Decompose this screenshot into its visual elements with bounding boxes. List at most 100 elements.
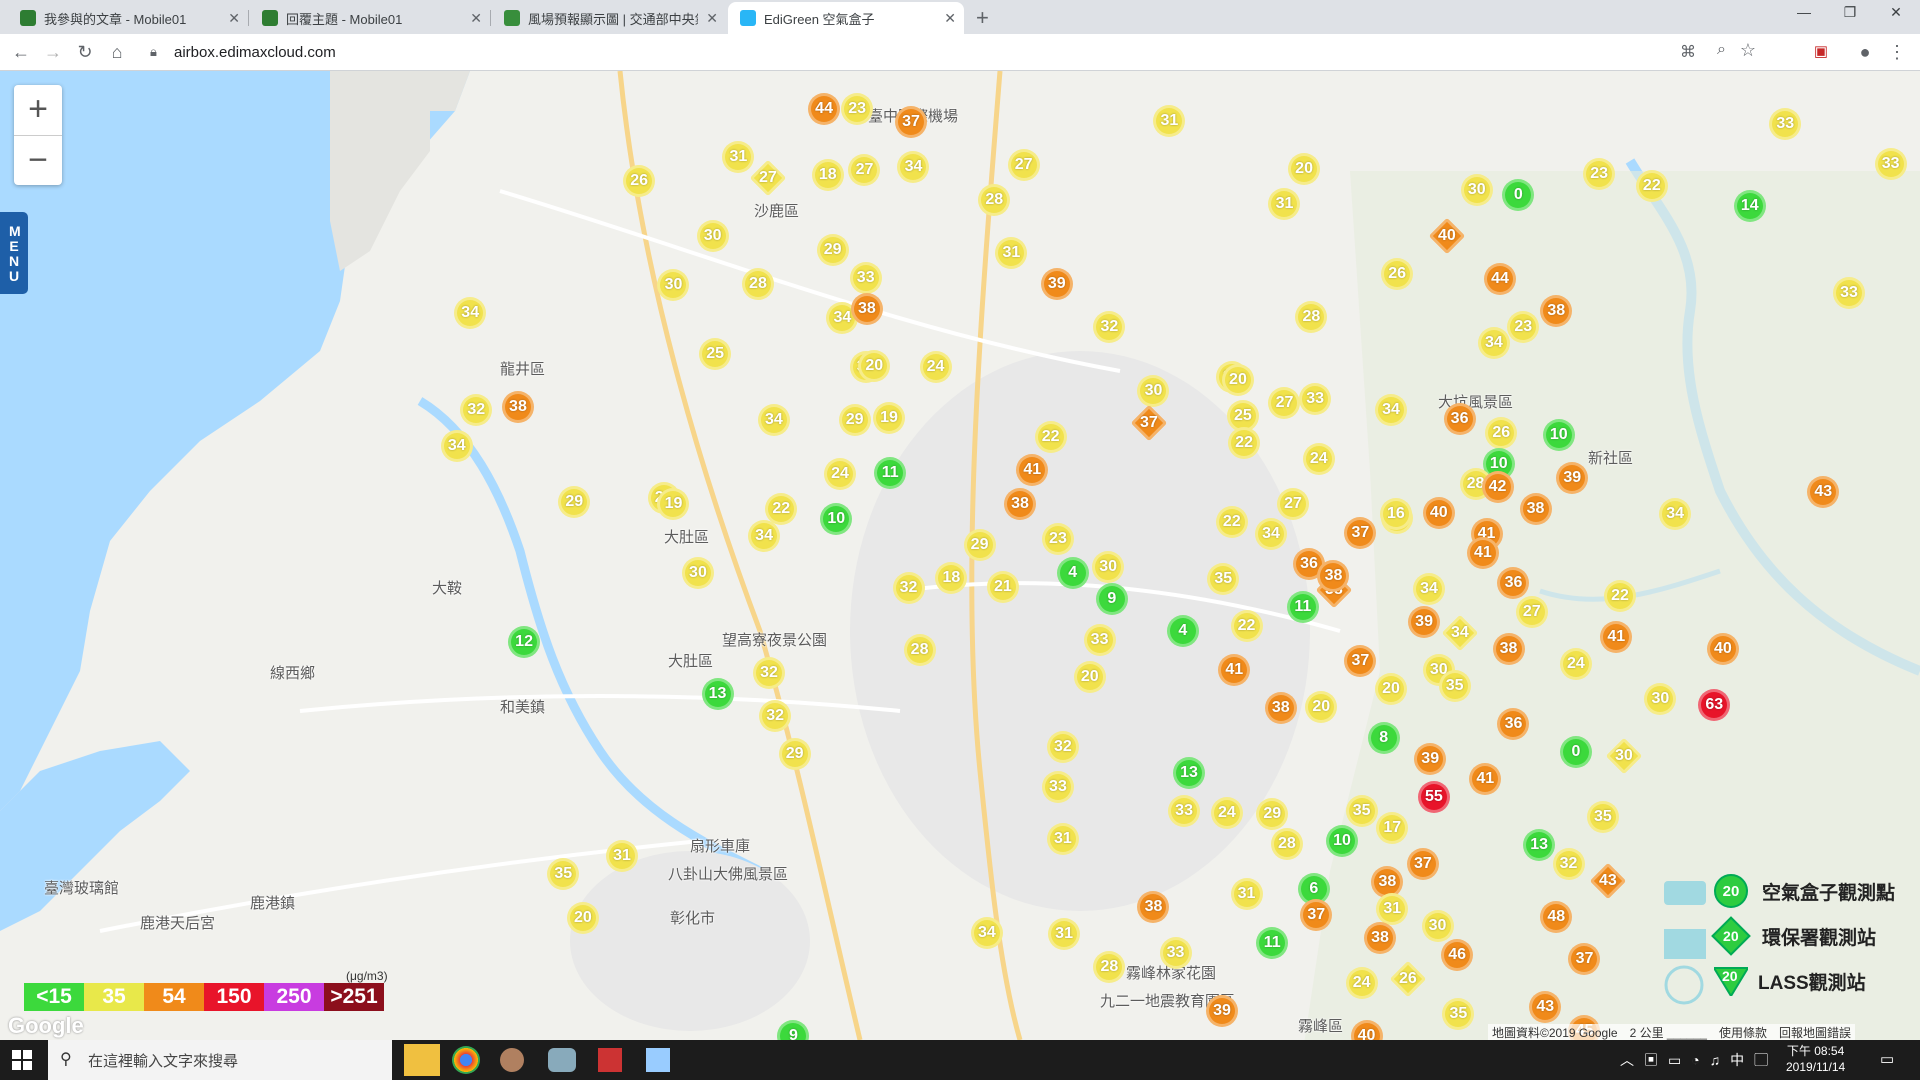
airbox-marker[interactable]: 39	[1040, 268, 1073, 301]
airbox-marker[interactable]: 9	[1095, 582, 1128, 615]
airbox-marker[interactable]: 22	[1215, 505, 1248, 538]
close-tab-icon[interactable]: ✕	[470, 10, 482, 27]
close-tab-icon[interactable]: ✕	[706, 10, 718, 27]
airbox-marker[interactable]: 34	[440, 429, 473, 462]
bookmark-star-icon[interactable]: ☆	[1740, 40, 1756, 61]
airbox-marker[interactable]: 32	[892, 571, 925, 604]
air-quality-map[interactable]: 沙鹿區 龍井區 大肚區 大肚區 線西鄉 和美鎮 鹿港鎮 彰化市 臺中國際機場 大…	[0, 71, 1920, 1040]
airbox-marker[interactable]: 4	[1056, 557, 1089, 590]
close-tab-icon[interactable]: ✕	[228, 10, 240, 27]
airbox-marker[interactable]: 30	[1092, 550, 1125, 583]
airbox-marker[interactable]: 17	[1376, 811, 1409, 844]
tab-mobile01-reply[interactable]: 回覆主題 - Mobile01 ✕	[250, 2, 490, 34]
airbox-marker[interactable]: 14	[1733, 189, 1766, 222]
airbox-marker[interactable]: 36	[1497, 707, 1530, 740]
airbox-marker[interactable]: 30	[1137, 374, 1170, 407]
airbox-marker[interactable]: 21	[986, 570, 1019, 603]
airbox-marker[interactable]: 25	[699, 337, 732, 370]
airbox-marker[interactable]: 32	[1552, 848, 1585, 881]
airbox-marker[interactable]: 24	[1210, 797, 1243, 830]
airbox-marker[interactable]: 29	[838, 404, 871, 436]
airbox-marker[interactable]: 41	[1218, 653, 1251, 686]
system-tray-icons[interactable]: ︿▣▭◔♫中▢	[1620, 1050, 1778, 1070]
airbox-marker[interactable]: 22	[1034, 421, 1067, 454]
airbox-marker[interactable]: 38	[850, 292, 883, 325]
airbox-marker[interactable]: 34	[1255, 517, 1288, 550]
airbox-marker[interactable]: 24	[1302, 443, 1335, 476]
airbox-marker[interactable]: 44	[808, 92, 841, 125]
airbox-marker[interactable]: 38	[501, 390, 534, 423]
airbox-marker[interactable]: 28	[903, 634, 936, 667]
airbox-marker[interactable]: 30	[1421, 909, 1454, 942]
airbox-marker[interactable]: 55	[1417, 781, 1450, 814]
airbox-marker[interactable]: 29	[778, 738, 811, 771]
airbox-marker[interactable]: 11	[1256, 926, 1289, 959]
profile-avatar-icon[interactable]: ●	[1854, 41, 1876, 63]
zoom-out-button[interactable]: −	[14, 135, 62, 186]
airbox-marker[interactable]: 38	[1264, 691, 1297, 724]
app-icon[interactable]	[548, 1048, 576, 1072]
reload-icon[interactable]: ↻	[74, 41, 96, 63]
airbox-marker[interactable]: 31	[606, 839, 639, 872]
airbox-marker[interactable]: 13	[1172, 756, 1205, 789]
extension-icon[interactable]: ▣	[1810, 41, 1832, 63]
minimize-icon[interactable]: —	[1784, 4, 1824, 20]
airbox-marker[interactable]: 33	[1168, 794, 1201, 827]
airbox-marker[interactable]: 24	[1345, 967, 1378, 1000]
airbox-marker[interactable]: 16	[1379, 498, 1412, 531]
airbox-marker[interactable]: 34	[897, 150, 930, 183]
airbox-marker[interactable]: 37	[1300, 898, 1333, 931]
airbox-marker[interactable]: 30	[1460, 173, 1493, 206]
airbox-marker[interactable]: 29	[816, 233, 849, 266]
taskbar-search-box[interactable]: ⚲ 在這裡輸入文字來搜尋	[48, 1040, 392, 1080]
home-icon[interactable]: ⌂	[106, 41, 128, 63]
airbox-marker[interactable]: 36	[1443, 402, 1476, 435]
airbox-marker[interactable]: 18	[811, 159, 844, 192]
airbox-marker[interactable]: 38	[1492, 632, 1525, 665]
airbox-marker[interactable]: 33	[1832, 276, 1865, 309]
airbox-marker[interactable]: 31	[1046, 822, 1079, 855]
close-window-icon[interactable]: ✕	[1876, 4, 1916, 21]
airbox-marker[interactable]: 10	[1326, 825, 1359, 858]
airbox-marker[interactable]: 12	[508, 625, 541, 658]
airbox-marker[interactable]: 33	[1769, 107, 1802, 140]
chrome-icon[interactable]	[452, 1046, 480, 1074]
airbox-marker[interactable]: 34	[757, 404, 790, 436]
airbox-marker[interactable]: 0	[1559, 735, 1592, 768]
airbox-marker[interactable]: 24	[824, 457, 856, 490]
airbox-marker[interactable]: 28	[978, 183, 1011, 216]
airbox-marker[interactable]: 24	[919, 351, 952, 384]
airbox-marker[interactable]: 43	[1529, 990, 1562, 1023]
airbox-marker[interactable]: 35	[1438, 669, 1471, 702]
airbox-marker[interactable]: 32	[1046, 730, 1079, 763]
windows-start-icon[interactable]	[12, 1050, 32, 1070]
airbox-marker[interactable]: 35	[1586, 800, 1619, 833]
airbox-marker[interactable]: 35	[1345, 794, 1378, 827]
address-bar[interactable]: 🔒︎ airbox.edimaxcloud.com ⌘ ⌕ ☆	[140, 38, 1770, 66]
airbox-marker[interactable]: 20	[1288, 152, 1321, 185]
airbox-marker[interactable]: 46	[1441, 939, 1474, 972]
airbox-marker[interactable]: 13	[1523, 828, 1556, 861]
airbox-marker[interactable]: 40	[1706, 632, 1739, 665]
app-icon[interactable]	[598, 1048, 622, 1072]
airbox-marker[interactable]: 23	[1583, 157, 1616, 190]
airbox-marker[interactable]: 33	[1159, 936, 1192, 969]
airbox-marker[interactable]: 20	[1221, 363, 1254, 396]
airbox-marker[interactable]: 13	[701, 678, 734, 711]
airbox-marker[interactable]: 28	[1270, 827, 1303, 860]
back-arrow-icon[interactable]: ←	[10, 41, 32, 63]
airbox-marker[interactable]: 20	[1305, 690, 1338, 723]
airbox-marker[interactable]: 41	[1600, 620, 1633, 653]
airbox-marker[interactable]: 34	[1412, 572, 1445, 605]
airbox-marker[interactable]: 11	[1286, 591, 1319, 624]
airbox-marker[interactable]: 31	[1376, 892, 1409, 925]
airbox-marker[interactable]: 20	[566, 902, 599, 935]
close-tab-icon[interactable]: ✕	[944, 10, 956, 27]
more-menu-icon[interactable]: ⋮	[1886, 41, 1908, 63]
airbox-marker[interactable]: 38	[1364, 921, 1396, 954]
zoom-in-button[interactable]: +	[14, 85, 62, 135]
airbox-marker[interactable]: 23	[1507, 310, 1540, 343]
restore-icon[interactable]: ❐	[1830, 4, 1870, 21]
airbox-marker[interactable]: 38	[1519, 493, 1552, 526]
tab-edigreen[interactable]: EdiGreen 空氣盒子 ✕	[728, 2, 964, 34]
